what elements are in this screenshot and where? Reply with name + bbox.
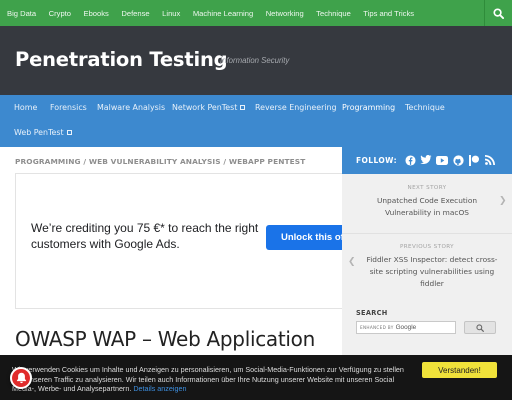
breadcrumb-programming[interactable]: PROGRAMMING <box>15 157 81 166</box>
nav-item-technique[interactable]: Technique <box>405 103 445 112</box>
nav-item-home[interactable]: Home <box>14 103 37 112</box>
next-story[interactable]: NEXT STORY Unpatched Code Execution Vuln… <box>342 185 512 219</box>
breadcrumb-separator: / <box>83 157 87 166</box>
top-navigation: Big Data Crypto Ebooks Defense Linux Mac… <box>0 0 484 26</box>
topnav-item-networking[interactable]: Networking <box>266 9 304 18</box>
nav-item-programming[interactable]: Programming <box>342 103 395 112</box>
search-icon <box>476 323 484 332</box>
topnav-item-linux[interactable]: Linux <box>162 9 180 18</box>
topnav-item-crypto[interactable]: Crypto <box>49 9 71 18</box>
breadcrumb-webapp-pentest[interactable]: WEBAPP PENTEST <box>229 157 305 166</box>
topbar: Big Data Crypto Ebooks Defense Linux Mac… <box>0 0 512 26</box>
ad-text: We’re crediting you 75 €* to reach the r… <box>31 221 259 251</box>
cookie-text: Wir verwenden Cookies um Inhalte und Anz… <box>12 365 412 394</box>
search-icon <box>493 7 504 19</box>
top-search-button[interactable] <box>484 0 512 26</box>
follow-bar: FOLLOW: <box>342 147 512 174</box>
nav-item-network-pentest-label: Network PenTest <box>172 103 238 112</box>
page: Big Data Crypto Ebooks Defense Linux Mac… <box>0 0 512 400</box>
search-submit-button[interactable] <box>464 321 496 334</box>
chevron-left-icon[interactable]: ❮ <box>348 257 356 267</box>
next-story-label: NEXT STORY <box>407 185 447 191</box>
nav-item-reverse-engineering[interactable]: Reverse Engineering <box>255 103 337 112</box>
cookie-message: Wir verwenden Cookies um Inhalte und Anz… <box>12 365 404 394</box>
chevron-right-icon[interactable]: ❯ <box>499 196 507 206</box>
divider <box>342 233 512 234</box>
topnav-item-defense[interactable]: Defense <box>121 9 149 18</box>
advertisement-banner[interactable]: We’re crediting you 75 €* to reach the r… <box>15 173 361 309</box>
cookie-details-link[interactable]: Details anzeigen <box>133 384 186 393</box>
main-navigation: Home Forensics Malware Analysis Network … <box>0 95 512 147</box>
nav-item-forensics[interactable]: Forensics <box>50 103 87 112</box>
social-icons <box>404 153 500 167</box>
topnav-item-machine-learning[interactable]: Machine Learning <box>193 9 253 18</box>
post-title: OWASP WAP – Web Application <box>15 327 315 351</box>
twitter-icon[interactable] <box>420 153 432 167</box>
cookie-consent-bar: Wir verwenden Cookies um Inhalte und Anz… <box>0 355 512 400</box>
patreon-icon[interactable] <box>468 153 480 167</box>
dropdown-square-icon <box>66 130 72 135</box>
nav-item-web-pentest-label: Web PenTest <box>14 128 64 137</box>
topnav-item-technique[interactable]: Technique <box>316 9 351 18</box>
previous-story[interactable]: PREVIOUS STORY Fiddler XSS Inspector: de… <box>342 244 512 290</box>
github-icon[interactable] <box>452 153 464 167</box>
breadcrumb: PROGRAMMING / WEB VULNERABILITY ANALYSIS… <box>15 157 305 166</box>
nav-item-web-pentest[interactable]: Web PenTest <box>14 128 72 137</box>
search-input[interactable]: ENHANCED BY Google <box>356 321 456 334</box>
nav-item-malware-analysis[interactable]: Malware Analysis <box>97 103 165 112</box>
next-story-title[interactable]: Unpatched Code Execution Vulnerability i… <box>342 195 512 219</box>
rss-icon[interactable] <box>484 153 496 167</box>
previous-story-label: PREVIOUS STORY <box>399 244 454 250</box>
topnav-item-ebooks[interactable]: Ebooks <box>84 9 109 18</box>
topnav-item-tips-and-tricks[interactable]: Tips and Tricks <box>363 9 414 18</box>
nav-item-network-pentest[interactable]: Network PenTest <box>172 103 246 112</box>
breadcrumb-separator: / <box>223 157 227 166</box>
previous-story-title[interactable]: Fiddler XSS Inspector: detect cross-site… <box>342 254 512 290</box>
youtube-icon[interactable] <box>436 153 448 167</box>
cookie-accept-button[interactable]: Verstanden! <box>422 362 497 378</box>
breadcrumb-web-vulnerability-analysis[interactable]: WEB VULNERABILITY ANALYSIS <box>89 157 221 166</box>
site-tagline: Information Security <box>220 56 290 65</box>
enhanced-by-label: ENHANCED BY <box>360 325 394 330</box>
bell-icon <box>16 372 26 384</box>
site-header: Penetration Testing Information Security <box>0 26 512 95</box>
notification-bell-button[interactable] <box>10 367 32 389</box>
google-label: Google <box>395 324 417 331</box>
site-title[interactable]: Penetration Testing <box>15 48 228 71</box>
search-widget-title: SEARCH <box>356 309 388 317</box>
follow-label: FOLLOW: <box>356 156 398 165</box>
topnav-item-big-data[interactable]: Big Data <box>7 9 36 18</box>
facebook-icon[interactable] <box>404 153 416 167</box>
dropdown-square-icon <box>240 105 246 110</box>
